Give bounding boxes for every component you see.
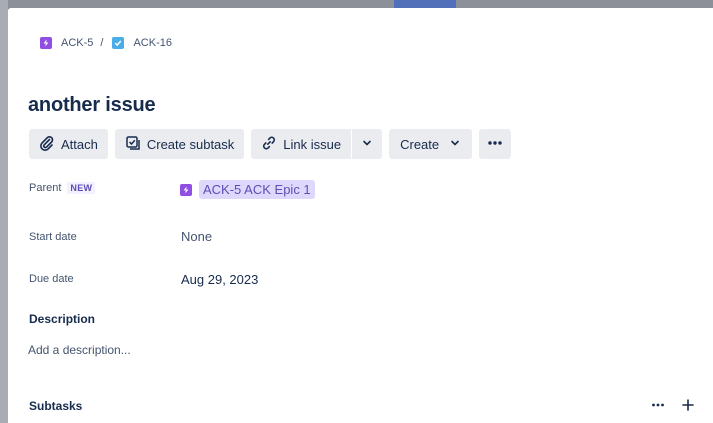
link-issue-dropdown-button[interactable] [352,129,383,159]
create-button[interactable]: Create [389,129,473,159]
parent-label: Parent [29,182,62,194]
description-heading: Description [29,312,96,326]
add-subtask-icon[interactable] [680,397,696,413]
issue-title[interactable]: another issue [28,94,156,117]
chevron-down-icon [361,137,373,152]
link-icon [261,135,277,154]
more-horizontal-icon [487,135,503,154]
start-date-label: Start date [29,231,77,243]
link-issue-group: Link issue [251,129,383,159]
breadcrumb-current-key[interactable]: ACK-16 [133,37,172,49]
chevron-down-icon [449,137,461,152]
attach-button[interactable]: Attach [29,129,108,159]
breadcrumb: ACK-5 / ACK-16 [40,37,172,49]
background-topbar-accent [394,0,456,8]
subtasks-actions [650,397,696,413]
new-badge: NEW [67,182,96,194]
create-label: Create [400,136,440,152]
breadcrumb-separator: / [100,37,104,49]
due-date-value[interactable]: Aug 29, 2023 [181,272,258,287]
attach-label: Attach [61,136,98,152]
link-issue-label: Link issue [283,136,342,152]
create-subtask-label: Create subtask [146,136,235,152]
background-page-edge [0,0,8,423]
issue-toolbar: Attach Create subtask Link issue Create [29,129,512,159]
breadcrumb-current[interactable]: ACK-16 [112,37,172,49]
breadcrumb-parent-key[interactable]: ACK-5 [61,37,93,49]
epic-icon [40,37,52,49]
parent-field-label-group: Parent NEW [29,182,96,194]
due-date-label: Due date [29,273,74,285]
subtasks-more-icon[interactable] [650,397,666,413]
issue-modal: ACK-5 / ACK-16 another issue Attach Crea… [8,8,713,423]
epic-icon [180,183,192,196]
attachment-icon [39,135,55,154]
more-actions-button[interactable] [479,129,512,159]
breadcrumb-parent[interactable]: ACK-5 [40,37,93,49]
start-date-value[interactable]: None [181,229,212,244]
task-icon [112,37,125,49]
parent-value[interactable]: ACK-5 ACK Epic 1 [180,180,315,199]
subtasks-heading: Subtasks [29,399,83,413]
create-subtask-button[interactable]: Create subtask [114,129,245,159]
link-issue-button[interactable]: Link issue [251,129,352,159]
subtask-icon [125,135,141,154]
parent-link[interactable]: ACK-5 ACK Epic 1 [199,180,315,199]
description-input[interactable]: Add a description... [28,343,131,357]
